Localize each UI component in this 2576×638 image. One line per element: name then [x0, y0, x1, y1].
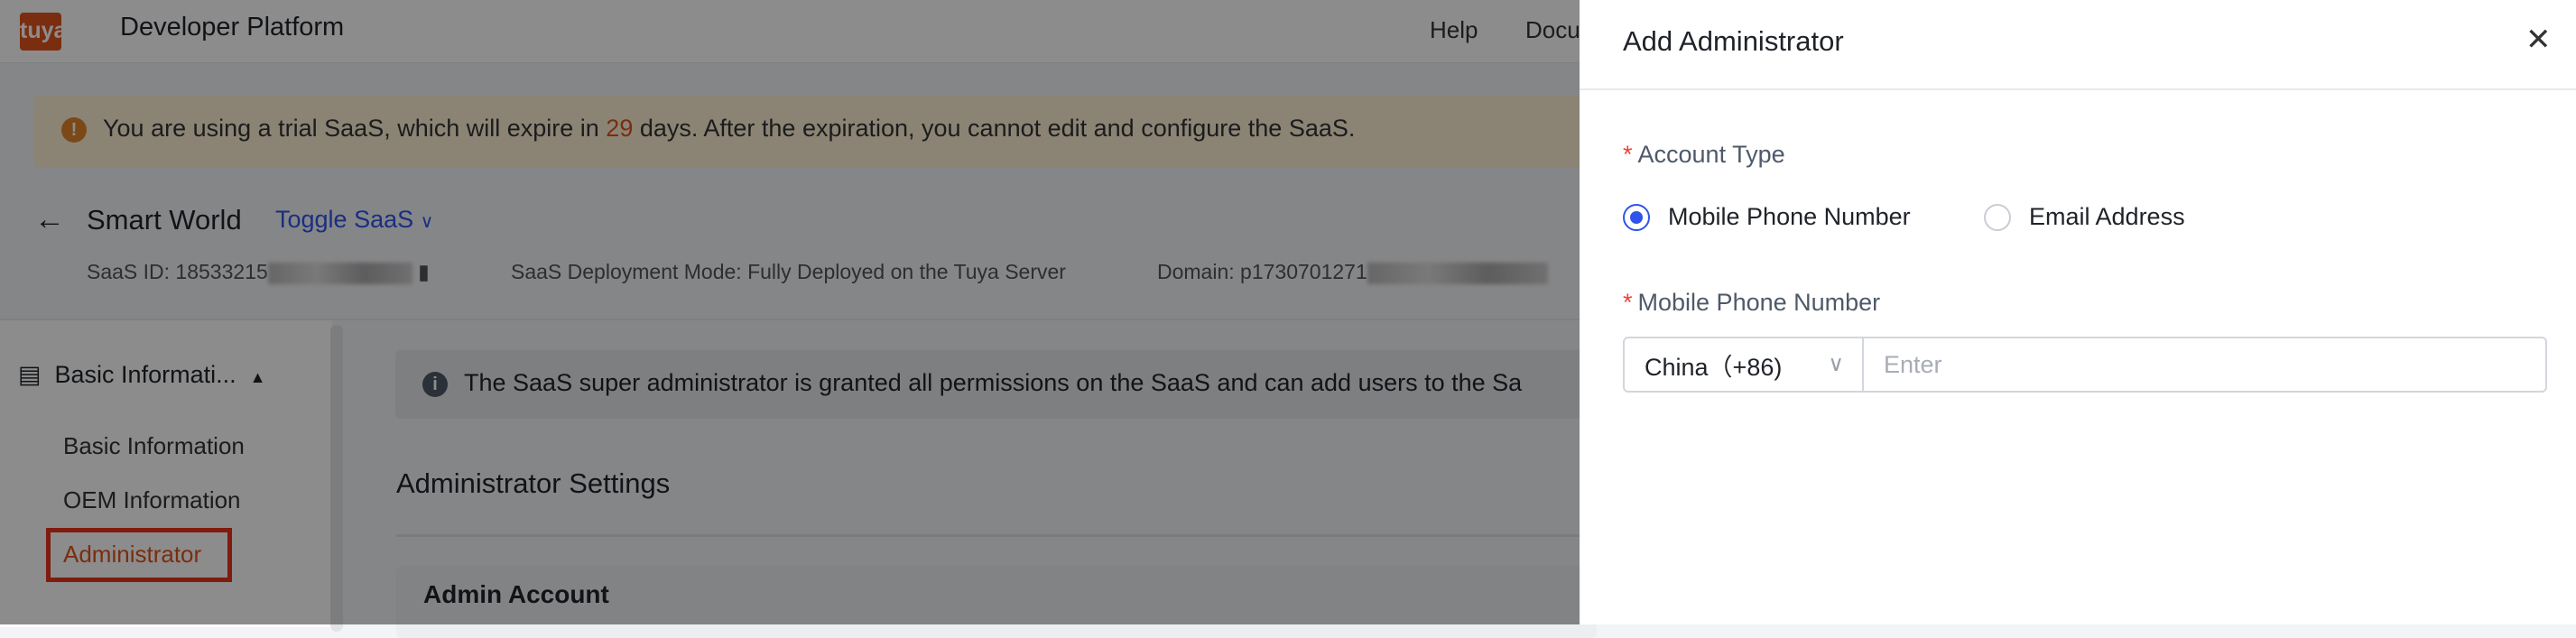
modal-overlay[interactable] [0, 0, 1580, 624]
country-code-select[interactable]: China（+86) ∨ [1625, 338, 1864, 391]
radio-email-address[interactable]: Email Address [1984, 203, 2185, 231]
radio-selected-icon [1623, 203, 1650, 231]
account-type-label: * Account Type [1623, 141, 1785, 168]
chevron-down-icon: ∨ [1828, 352, 1844, 376]
phone-field-group: China（+86) ∨ [1623, 337, 2547, 393]
divider [1580, 88, 2576, 90]
close-icon[interactable]: ✕ [2525, 22, 2552, 58]
add-administrator-drawer: Add Administrator ✕ * Account Type Mobile… [1580, 0, 2576, 624]
phone-number-input[interactable] [1864, 338, 2545, 391]
mobile-phone-label: * Mobile Phone Number [1623, 289, 1881, 316]
radio-mobile-phone[interactable]: Mobile Phone Number [1623, 203, 1911, 231]
drawer-title: Add Administrator [1623, 25, 1844, 57]
radio-unselected-icon [1984, 203, 2011, 231]
